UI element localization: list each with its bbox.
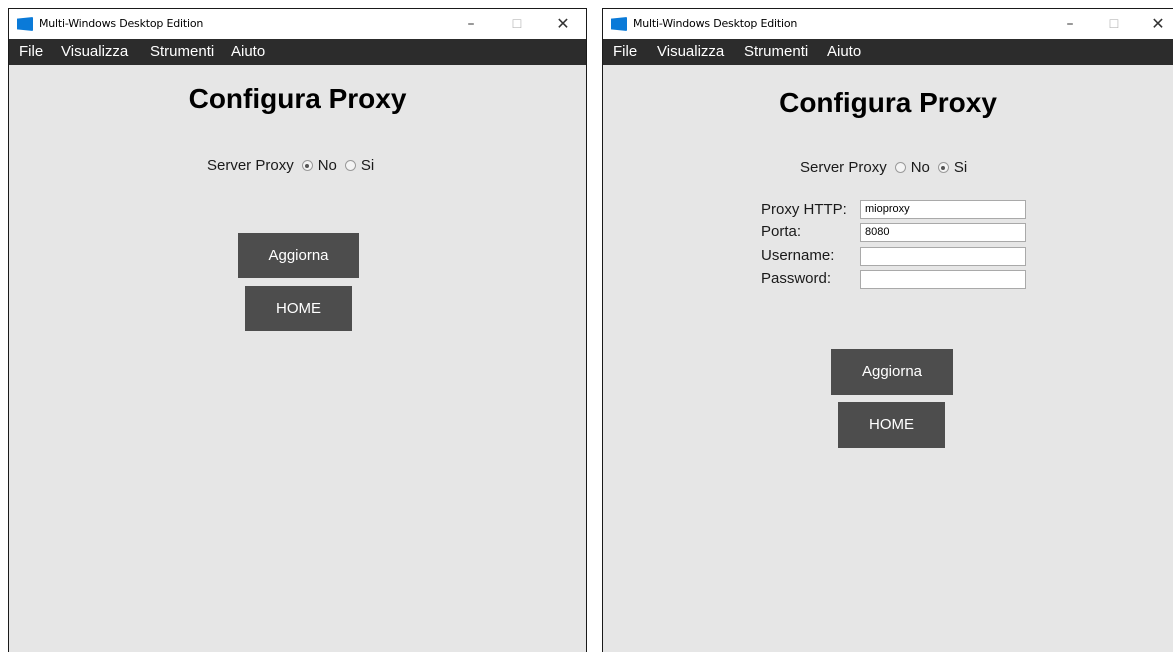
password-input[interactable] xyxy=(860,270,1026,289)
proxy-http-input[interactable]: mioproxy xyxy=(860,200,1026,219)
home-button[interactable]: HOME xyxy=(245,286,352,331)
window-proxy-enabled: Multi-Windows Desktop Edition – ☐ ✕ File… xyxy=(602,8,1173,652)
radio-si[interactable] xyxy=(937,162,949,173)
menu-strumenti[interactable]: Strumenti xyxy=(150,43,214,60)
port-label: Porta: xyxy=(761,223,802,240)
window-title: Multi-Windows Desktop Edition xyxy=(633,17,798,30)
title-bar[interactable]: Multi-Windows Desktop Edition – ☐ ✕ xyxy=(9,9,586,39)
radio-si[interactable] xyxy=(344,160,356,171)
radio-no[interactable] xyxy=(301,160,313,171)
window-proxy-disabled: Multi-Windows Desktop Edition – ☐ ✕ File… xyxy=(8,8,587,652)
minimize-button[interactable]: – xyxy=(448,9,494,39)
windows-logo-icon xyxy=(17,17,33,31)
menu-aiuto[interactable]: Aiuto xyxy=(231,43,265,60)
port-input[interactable]: 8080 xyxy=(860,223,1026,242)
maximize-button[interactable]: ☐ xyxy=(494,9,540,39)
proxy-label: Server Proxy xyxy=(207,157,294,174)
menu-visualizza[interactable]: Visualizza xyxy=(657,43,724,60)
maximize-button[interactable]: ☐ xyxy=(1091,9,1137,39)
radio-no-label[interactable]: No xyxy=(911,159,930,176)
windows-logo-icon xyxy=(611,17,627,31)
radio-no[interactable] xyxy=(894,162,906,173)
menu-aiuto[interactable]: Aiuto xyxy=(827,43,861,60)
update-button[interactable]: Aggiorna xyxy=(831,349,953,395)
close-button[interactable]: ✕ xyxy=(540,9,586,39)
proxy-label: Server Proxy xyxy=(800,159,887,176)
menu-bar: File Visualizza Strumenti Aiuto xyxy=(9,39,586,65)
radio-si-label[interactable]: Si xyxy=(361,157,374,174)
window-title: Multi-Windows Desktop Edition xyxy=(39,17,204,30)
radio-no-label[interactable]: No xyxy=(318,157,337,174)
close-button[interactable]: ✕ xyxy=(1135,9,1173,39)
radio-si-label[interactable]: Si xyxy=(954,159,967,176)
proxy-http-label: Proxy HTTP: xyxy=(761,201,847,218)
username-label: Username: xyxy=(761,247,835,264)
proxy-server-toggle: Server Proxy No Si xyxy=(207,157,374,174)
menu-file[interactable]: File xyxy=(613,43,637,60)
minimize-button[interactable]: – xyxy=(1047,9,1093,39)
update-button[interactable]: Aggiorna xyxy=(238,233,359,278)
menu-file[interactable]: File xyxy=(19,43,43,60)
page-title: Configura Proxy xyxy=(779,87,997,118)
menu-bar: File Visualizza Strumenti Aiuto xyxy=(603,39,1173,65)
title-bar[interactable]: Multi-Windows Desktop Edition – ☐ ✕ xyxy=(603,9,1173,39)
username-input[interactable] xyxy=(860,247,1026,266)
password-label: Password: xyxy=(761,270,832,287)
menu-strumenti[interactable]: Strumenti xyxy=(744,43,808,60)
menu-visualizza[interactable]: Visualizza xyxy=(61,43,128,60)
proxy-server-toggle: Server Proxy No Si xyxy=(800,159,967,176)
home-button[interactable]: HOME xyxy=(838,402,945,448)
page-title: Configura Proxy xyxy=(188,83,407,114)
